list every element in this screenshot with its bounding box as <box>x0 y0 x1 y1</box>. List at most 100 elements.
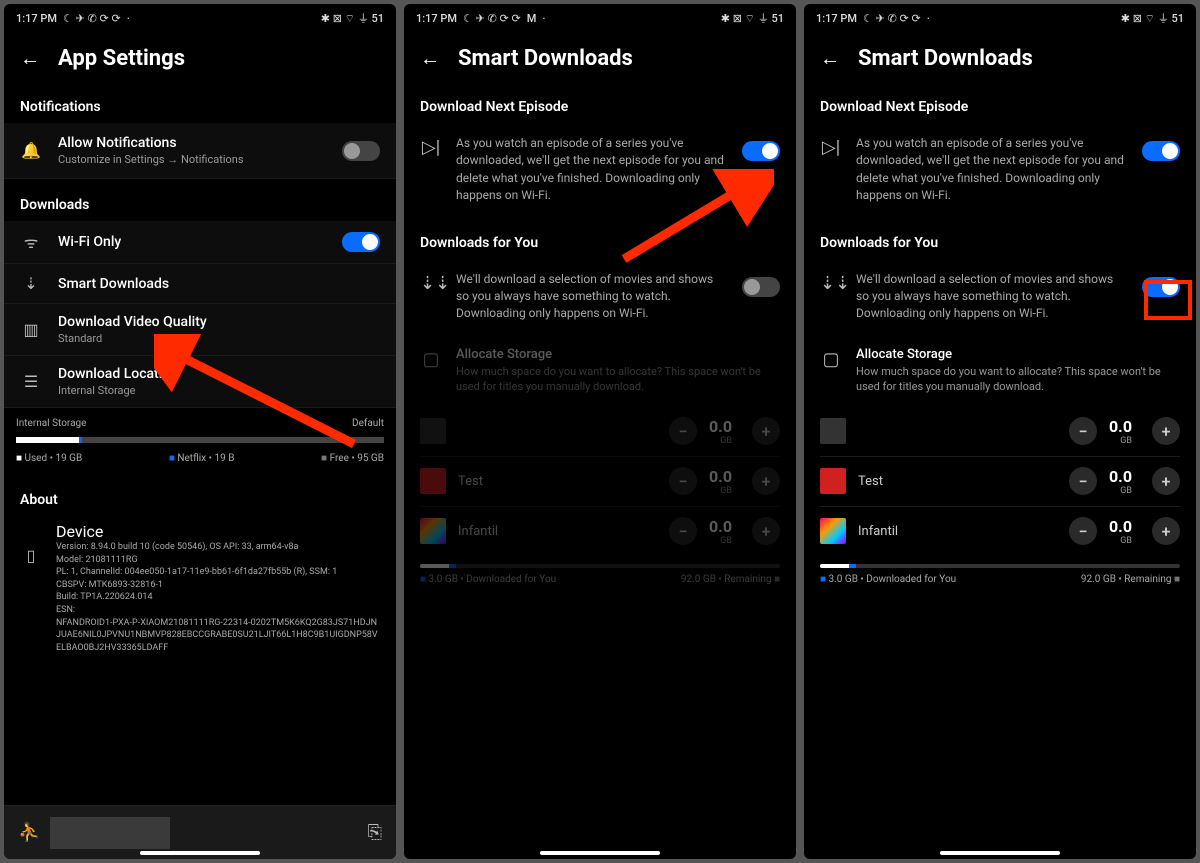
gb-unit-3: GB <box>1109 536 1132 546</box>
vq-sub: Standard <box>58 332 380 345</box>
allocate-storage-block: ▢ Allocate Storage How much space do you… <box>804 335 1196 595</box>
gb-unit-3: GB <box>709 536 732 546</box>
header: ← Smart Downloads <box>404 32 796 81</box>
decrease-button[interactable]: − <box>1069 467 1097 495</box>
profile-row-3: Infantil − 0.0GB + <box>404 507 796 556</box>
storage-progress-legend: 3.0 GB • Downloaded for You 92.0 GB • Re… <box>804 572 1196 595</box>
legend-used: Used • 19 GB <box>16 453 82 464</box>
gb-val-3: 0.0 <box>1109 517 1132 536</box>
next-episode-icon: ▷| <box>420 137 442 158</box>
storage-icon: ☰ <box>20 372 42 391</box>
avatar-infantil <box>820 518 846 544</box>
row-download-location[interactable]: ☰ Download Location Internal Storage <box>4 356 396 408</box>
allocate-storage-block-disabled: ▢ Allocate Storage How much space do you… <box>404 335 796 595</box>
status-left-icons: ☾ ✈ ✆ ⟳ ⟳ <box>863 13 921 24</box>
back-icon[interactable]: ← <box>420 46 440 71</box>
download-icon: ⇣ <box>20 274 42 293</box>
toggle-download-next-episode[interactable] <box>742 141 780 161</box>
profile-row-2: Test − 0.0GB + <box>804 457 1196 506</box>
section-dfy: Downloads for You <box>804 217 1196 259</box>
alloc-title: Allocate Storage <box>856 347 1180 362</box>
profile-row-1: − 0.0GB + <box>404 407 796 456</box>
avatar-test <box>820 468 846 494</box>
storage-name: Internal Storage <box>16 418 86 429</box>
notif-sub: Customize in Settings → Notifications <box>58 153 326 166</box>
row-video-quality[interactable]: ▥ Download Video Quality Standard <box>4 304 396 356</box>
profile-name-3: Infantil <box>458 524 657 539</box>
nav-pill[interactable] <box>540 851 660 855</box>
storage-progress <box>820 564 1180 568</box>
mail-icon: M <box>527 13 537 24</box>
row-allow-notifications[interactable]: 🔔 Allow Notifications Customize in Setti… <box>4 123 396 179</box>
decrease-button[interactable]: − <box>1069 417 1097 445</box>
increase-button[interactable]: + <box>752 417 780 445</box>
back-icon[interactable]: ← <box>20 46 40 71</box>
profile-icon[interactable]: ⛹ <box>18 822 40 843</box>
row-download-next-episode: ▷| As you watch an episode of a series y… <box>404 123 796 217</box>
phone-smart-downloads-on: 1:17 PM ☾ ✈ ✆ ⟳ ⟳ · ✱ ⊠ ⌔ ⏚ 51 ← Smart D… <box>804 4 1196 859</box>
gb-unit-1: GB <box>1109 436 1132 446</box>
alloc-title: Allocate Storage <box>456 347 780 362</box>
increase-button[interactable]: + <box>1152 467 1180 495</box>
section-dfy: Downloads for You <box>404 217 796 259</box>
header: ← App Settings <box>4 32 396 81</box>
increase-button[interactable]: + <box>752 517 780 545</box>
toggle-notifications[interactable] <box>342 141 380 161</box>
decrease-button[interactable]: − <box>669 517 697 545</box>
profile-name-2: Test <box>458 474 657 489</box>
toggle-wifi-only[interactable] <box>342 232 380 252</box>
gb-val-2: 0.0 <box>709 467 732 486</box>
nav-pill[interactable] <box>140 851 260 855</box>
status-more-icon: · <box>127 13 130 24</box>
increase-button[interactable]: + <box>1152 417 1180 445</box>
back-icon[interactable]: ← <box>820 46 840 71</box>
section-notifications: Notifications <box>4 81 396 123</box>
toggle-downloads-for-you[interactable] <box>1142 277 1180 297</box>
row-download-next-episode: ▷| As you watch an episode of a series y… <box>804 123 1196 217</box>
legend-netflix: Netflix • 19 B <box>169 453 235 464</box>
downloads-for-you-icon: ⇣⇣ <box>820 273 842 294</box>
vq-label: Download Video Quality <box>58 314 380 330</box>
alloc-desc: How much space do you want to allocate? … <box>456 364 780 395</box>
storage-progress-legend: 3.0 GB • Downloaded for You 92.0 GB • Re… <box>404 572 796 595</box>
status-bar: 1:17 PM ☾ ✈ ✆ ⟳ ⟳ · ✱ ⊠ ⌔ ⏚ 51 <box>804 4 1196 32</box>
increase-button[interactable]: + <box>752 467 780 495</box>
row-smart-downloads[interactable]: ⇣ Smart Downloads <box>4 264 396 304</box>
phone-smart-downloads-off: 1:17 PM ☾ ✈ ✆ ⟳ ⟳ M · ✱ ⊠ ⌔ ⏚ 51 ← Smart… <box>404 4 796 859</box>
device-info: Version: 8.94.0 build 10 (code 50546), O… <box>56 541 380 654</box>
signout-icon[interactable]: ⎘ <box>368 822 382 843</box>
decrease-button[interactable]: − <box>1069 517 1097 545</box>
gb-val-1: 0.0 <box>709 417 732 436</box>
avatar-infantil <box>420 518 446 544</box>
nav-pill[interactable] <box>940 851 1060 855</box>
profile-row-1: − 0.0GB + <box>804 407 1196 456</box>
gb-val-1: 0.0 <box>1109 417 1132 436</box>
page-title: Smart Downloads <box>458 46 633 71</box>
storage-progress <box>420 564 780 568</box>
row-downloads-for-you: ⇣⇣ We'll download a selection of movies … <box>404 259 796 335</box>
storage-legend: Used • 19 GB Netflix • 19 B Free • 95 GB <box>4 449 396 474</box>
increase-button[interactable]: + <box>1152 517 1180 545</box>
status-time: 1:17 PM <box>816 12 857 25</box>
gb-unit-2: GB <box>1109 486 1132 496</box>
toggle-download-next-episode[interactable] <box>1142 141 1180 161</box>
gb-unit-1: GB <box>709 436 732 446</box>
row-wifi-only[interactable]: ᯤ Wi-Fi Only <box>4 221 396 264</box>
toggle-downloads-for-you[interactable] <box>742 277 780 297</box>
profile-row-2: Test − 0.0GB + <box>404 457 796 506</box>
device-title: Device <box>56 522 380 541</box>
allocate-icon: ▢ <box>820 349 842 370</box>
gb-unit-2: GB <box>709 486 732 496</box>
wifi-icon: ᯤ <box>20 231 42 253</box>
profile-slot[interactable] <box>50 817 170 849</box>
status-bar: 1:17 PM ☾ ✈ ✆ ⟳ ⟳ M · ✱ ⊠ ⌔ ⏚ 51 <box>404 4 796 32</box>
decrease-button[interactable]: − <box>669 467 697 495</box>
status-right-icons: ✱ ⊠ ⌔ ⏚ 51 <box>721 13 784 24</box>
allocate-icon: ▢ <box>420 349 442 370</box>
decrease-button[interactable]: − <box>669 417 697 445</box>
section-about: About <box>4 474 396 516</box>
phone-app-settings: 1:17 PM ☾ ✈ ✆ ⟳ ⟳ · ✱ ⊠ ⌔ ⏚ 51 ← App Set… <box>4 4 396 859</box>
status-time: 1:17 PM <box>16 12 57 25</box>
quality-icon: ▥ <box>20 320 42 339</box>
avatar-blank <box>420 418 446 444</box>
